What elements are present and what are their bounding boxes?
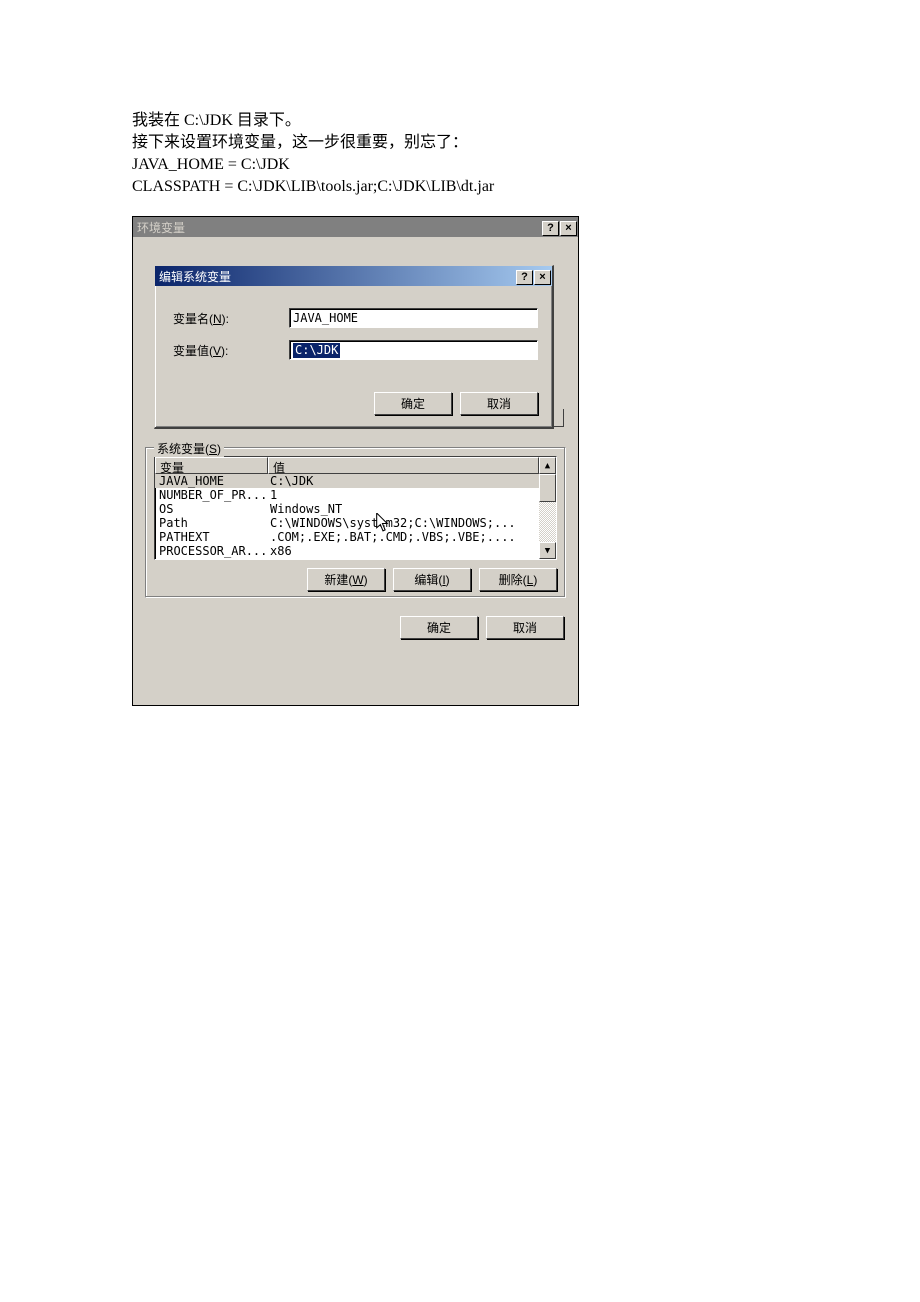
table-row[interactable]: OSWindows_NT	[155, 502, 539, 516]
col-header-variable[interactable]: 变量	[155, 457, 268, 474]
scroll-up-icon[interactable]: ▲	[539, 457, 556, 474]
intro-line-4: CLASSPATH = C:\JDK\LIB\tools.jar;C:\JDK\…	[132, 176, 920, 198]
edit-system-variable-dialog: 编辑系统变量 ? × 变量名(N): 变量值(V): C:\JDK 确定 取消	[154, 265, 554, 429]
scroll-thumb[interactable]	[539, 474, 556, 502]
edit-ok-button[interactable]: 确定	[374, 392, 452, 415]
edit-close-button[interactable]: ×	[534, 270, 551, 285]
sys-edit-button[interactable]: 编辑(I)	[393, 568, 471, 591]
edit-titlebar-title: 编辑系统变量	[159, 268, 231, 285]
table-row[interactable]: NUMBER_OF_PR...1	[155, 488, 539, 502]
table-row[interactable]: JAVA_HOMEC:\JDK	[155, 474, 539, 488]
table-row[interactable]: PathC:\WINDOWS\system32;C:\WINDOWS;...	[155, 516, 539, 530]
scroll-down-icon[interactable]: ▼	[539, 542, 556, 559]
sys-new-button[interactable]: 新建(W)	[307, 568, 385, 591]
list-header[interactable]: 变量 值	[155, 457, 539, 474]
titlebar-edit-var[interactable]: 编辑系统变量 ? ×	[155, 266, 552, 286]
system-variables-list[interactable]: 变量 值 JAVA_HOMEC:\JDK NUMBER_OF_PR...1 OS…	[154, 456, 557, 560]
var-name-label: 变量名(N):	[169, 310, 289, 327]
intro-line-1: 我装在 C:\JDK 目录下。	[132, 110, 920, 132]
var-value-input[interactable]: C:\JDK	[289, 340, 538, 360]
help-button[interactable]: ?	[542, 221, 559, 236]
main-cancel-button[interactable]: 取消	[486, 616, 564, 639]
var-value-label: 变量值(V):	[169, 342, 289, 359]
table-row[interactable]: PROCESSOR_AR...x86	[155, 544, 539, 558]
system-variables-group: 系统变量(S) 变量 值 JAVA_HOMEC:\JDK NUMBER_OF_P…	[145, 447, 566, 598]
var-name-input[interactable]	[289, 308, 538, 328]
main-ok-button[interactable]: 确定	[400, 616, 478, 639]
document-intro-text: 我装在 C:\JDK 目录下。 接下来设置环境变量，这一步很重要，别忘了： JA…	[0, 0, 920, 198]
close-button[interactable]: ×	[560, 221, 577, 236]
system-vars-buttons: 新建(W) 编辑(I) 删除(L)	[154, 560, 557, 593]
edit-help-button[interactable]: ?	[516, 270, 533, 285]
sys-delete-button[interactable]: 删除(L)	[479, 568, 557, 591]
dialog-buttons: 确定 取消	[133, 608, 578, 653]
col-header-value[interactable]: 值	[268, 457, 539, 474]
list-scrollbar[interactable]: ▲ ▼	[539, 457, 556, 559]
table-row[interactable]: PATHEXT.COM;.EXE;.BAT;.CMD;.VBS;.VBE;...…	[155, 530, 539, 544]
intro-line-2: 接下来设置环境变量，这一步很重要，别忘了：	[132, 132, 920, 154]
scroll-track[interactable]	[539, 474, 556, 542]
titlebar-title: 环境变量	[137, 219, 185, 236]
intro-line-3: JAVA_HOME = C:\JDK	[132, 154, 920, 176]
edit-cancel-button[interactable]: 取消	[460, 392, 538, 415]
system-variables-legend: 系统变量(S)	[154, 440, 224, 457]
titlebar-env-vars[interactable]: 环境变量 ? ×	[133, 217, 578, 237]
